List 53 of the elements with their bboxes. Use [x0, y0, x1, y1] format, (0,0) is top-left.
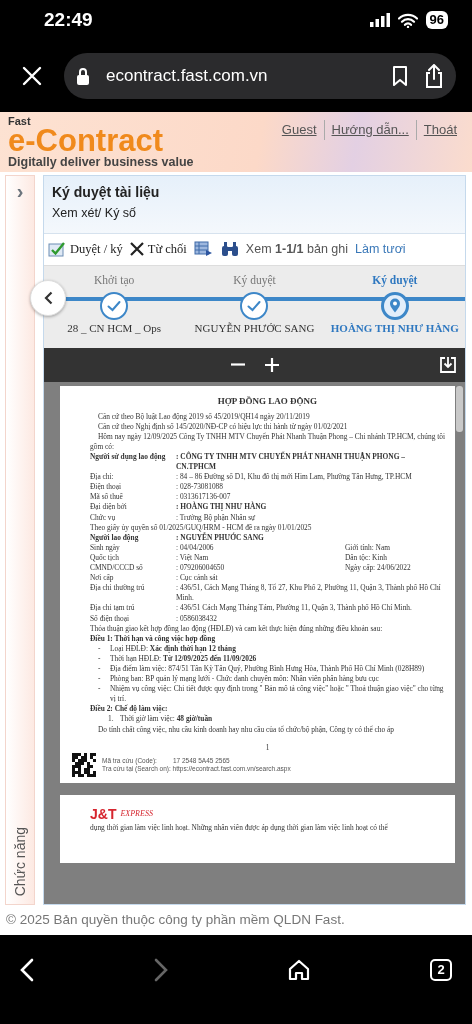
minus-icon: [229, 363, 246, 367]
wifi-icon: [397, 12, 418, 28]
document-title: HỢP ĐỒNG LAO ĐỘNG: [216, 395, 319, 406]
refresh-link[interactable]: Làm tươi: [355, 239, 406, 259]
chevron-left-icon: [43, 290, 53, 305]
lock-icon: [76, 67, 90, 85]
signal-icon: [369, 13, 390, 27]
step-label: Ký duyệt: [371, 272, 419, 289]
sidebar-toggle[interactable]: ›: [15, 180, 25, 202]
check-icon: [247, 299, 262, 312]
share-icon[interactable]: [424, 64, 444, 88]
checkbox-icon: [48, 241, 66, 258]
copyright-text: © 2025 Bản quyền thuộc công ty phần mềm QLDN Fast.: [5, 910, 346, 929]
logo-text: e-Contract: [8, 127, 163, 155]
tagline: Digitally deliver business value: [8, 155, 194, 170]
qr-code-drawing: [72, 752, 96, 777]
logo-small-text: Fast: [8, 116, 32, 127]
bookmark-icon[interactable]: [392, 66, 408, 86]
record-count: Xem 1-1/1 bản ghi: [245, 240, 348, 258]
toolbar-button[interactable]: Từ chối: [129, 239, 187, 259]
page-subtitle: Xem xét/ Ký số: [52, 204, 138, 222]
location-pin-icon: [388, 298, 401, 314]
battery-level: 96: [425, 11, 448, 29]
plus-icon: [263, 356, 280, 373]
header-link[interactable]: Thoát: [415, 120, 464, 140]
binoculars-icon: [220, 241, 239, 258]
table-export-icon: [193, 240, 214, 258]
sidebar-label: Chức năng: [10, 826, 29, 896]
chevron-left-icon: [20, 957, 34, 982]
step-assignee: HOÀNG THỊ NHƯ HÀNG: [329, 321, 460, 335]
tabs-button[interactable]: 2: [424, 952, 458, 987]
back-button[interactable]: [30, 279, 66, 316]
toolbar-button[interactable]: Duyệt / ký: [48, 239, 123, 259]
step-assignee: NGUYỄN PHƯỚC SANG: [193, 321, 316, 335]
logo-subtext: EXPRESS: [120, 808, 153, 819]
step-label: Khởi tạo: [93, 272, 136, 288]
export-button[interactable]: [193, 240, 214, 258]
header-link[interactable]: Guest: [274, 120, 324, 140]
clock-time: 22:49: [44, 7, 93, 32]
company-logo: J&T: [90, 808, 117, 819]
page-title: Ký duyệt tài liệu: [52, 184, 161, 201]
chevron-right-icon: [154, 957, 168, 982]
address-bar[interactable]: econtract.fast.com.vn: [64, 53, 456, 99]
close-icon: [22, 66, 42, 86]
header-link[interactable]: Hướng dẫn...: [323, 120, 416, 140]
step-assignee: 28 _ CN HCM _ Ops: [66, 321, 163, 335]
step-label: Ký duyệt: [232, 272, 277, 289]
scrollbar-thumb[interactable]: [456, 385, 463, 432]
find-button[interactable]: [220, 241, 239, 258]
close-icon: [129, 242, 144, 257]
check-icon: [107, 299, 122, 312]
home-icon: [288, 958, 310, 981]
tray-arrow-icon: [439, 355, 457, 374]
